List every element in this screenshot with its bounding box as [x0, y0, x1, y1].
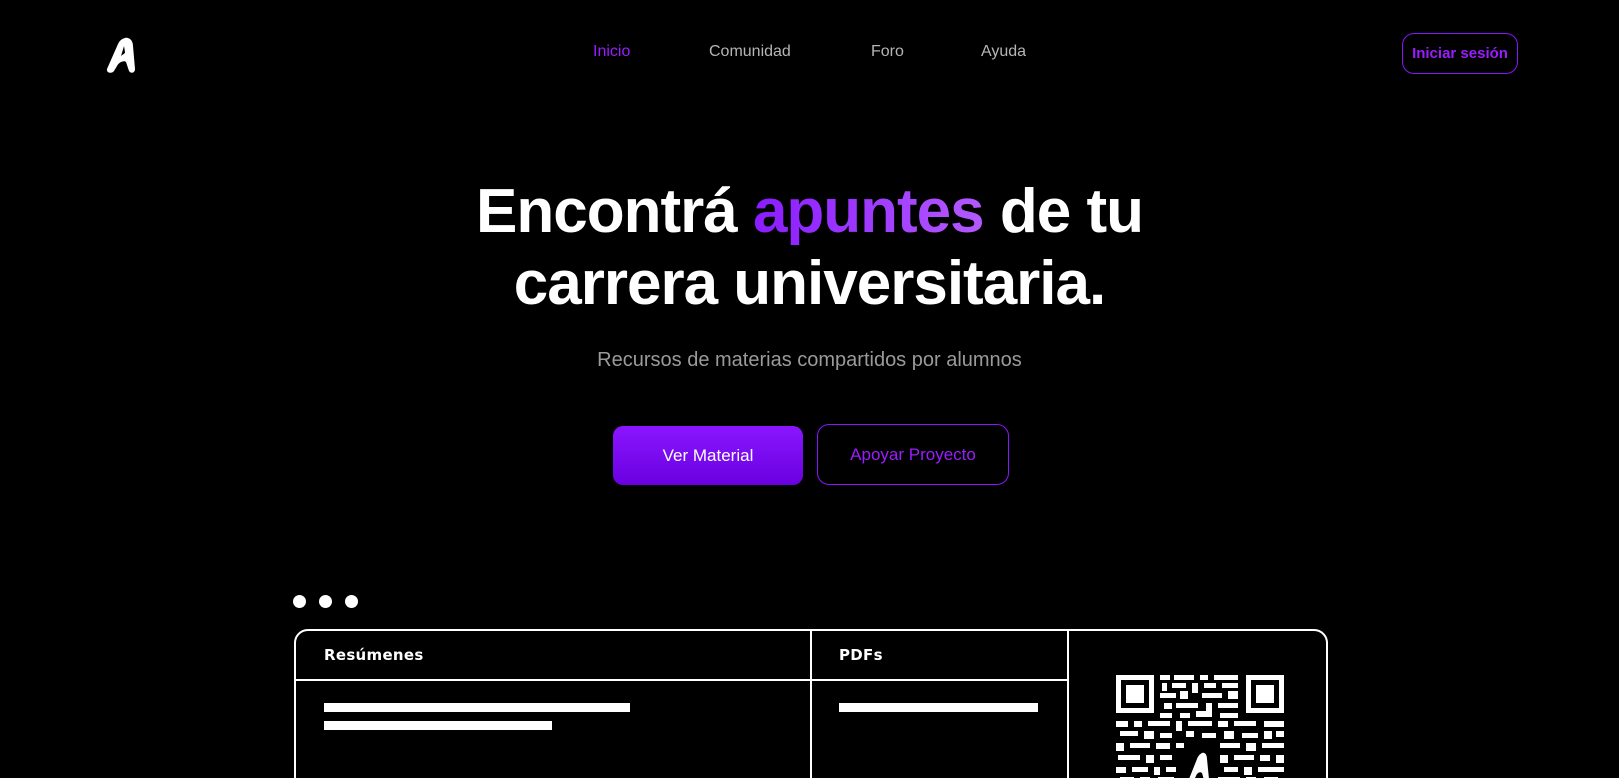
hero-title-part2: de tu — [983, 177, 1144, 246]
main-nav: Inicio Comunidad Foro Ayuda — [0, 43, 1619, 65]
window-dot-icon — [293, 595, 306, 608]
placeholder-line — [324, 721, 552, 730]
column-divider — [1067, 631, 1069, 778]
qr-code-icon — [1114, 673, 1288, 778]
preview-window: Resúmenes PDFs — [294, 629, 1328, 778]
hero-title-part1: Encontrá — [476, 177, 753, 246]
window-dot-icon — [319, 595, 332, 608]
row-divider — [296, 679, 810, 681]
apoyar-proyecto-button[interactable]: Apoyar Proyecto — [817, 424, 1009, 485]
nav-item-foro[interactable]: Foro — [871, 43, 904, 61]
ver-material-button[interactable]: Ver Material — [613, 426, 803, 485]
placeholder-line — [839, 703, 1038, 712]
hero-title-accent: apuntes — [752, 177, 985, 246]
resumenes-title: Resúmenes — [324, 646, 424, 664]
hero-title: Encontrá apuntes de tu carrera universit… — [0, 176, 1619, 320]
column-divider — [810, 631, 812, 778]
pdfs-title: PDFs — [839, 646, 883, 664]
window-dot-icon — [345, 595, 358, 608]
row-divider — [812, 679, 1067, 681]
landing-page: Inicio Comunidad Foro Ayuda Iniciar sesi… — [0, 0, 1619, 778]
nav-item-comunidad[interactable]: Comunidad — [709, 43, 791, 61]
nav-item-inicio[interactable]: Inicio — [593, 43, 630, 61]
hero-title-line2: carrera universitaria. — [513, 249, 1106, 318]
login-button[interactable]: Iniciar sesión — [1402, 33, 1518, 74]
nav-item-ayuda[interactable]: Ayuda — [981, 43, 1026, 61]
hero-subtitle: Recursos de materias compartidos por alu… — [597, 349, 1022, 371]
placeholder-line — [324, 703, 630, 712]
